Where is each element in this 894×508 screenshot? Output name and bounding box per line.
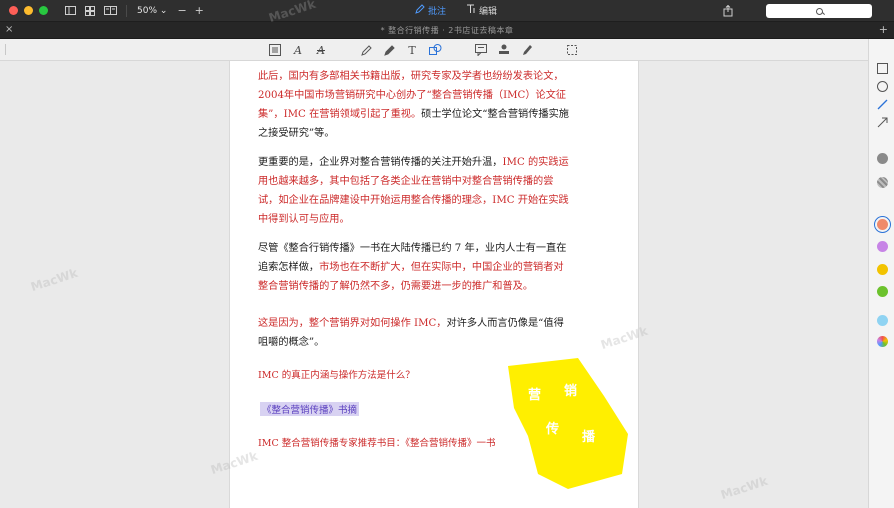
red-note-line-2: IMC 整合营销传播专家推荐书目：《整合营销传播》一书 [258,438,496,449]
sticker-char-4: 播 [582,430,596,445]
zoom-window-button[interactable] [39,6,48,15]
two-page-icon[interactable] [102,3,118,19]
zoom-level: 50% [137,5,158,16]
grid-icon[interactable] [82,3,98,19]
pattern-circle-icon[interactable] [874,175,890,189]
pdf-page[interactable]: 此后，国内有多部相关书籍出版，研究专家及学者也纷纷发表论文，2004年中国市场营… [229,61,639,508]
color-swatch-yellow[interactable] [874,262,890,276]
toolbar-divider [126,4,127,17]
title-toolbar: 50% ⌄ − + 批注 编辑 [0,0,894,22]
crop-icon[interactable] [564,42,580,58]
search-input[interactable] [766,4,872,18]
search-icon [815,7,823,15]
paragraph-4: 这是因为，整个营销界对如何操作 IMC，对许多人而言仍像是“值得咀嚼的概念”。 [258,314,572,352]
rectangle-icon[interactable] [874,61,890,75]
paragraph-3: 尽管《整合行销传播》一书在大陆传播已约 7 年，业内人士有一直在追索怎样做，市场… [258,239,572,296]
shape-icon[interactable] [427,42,443,58]
watermark: MacWk [719,473,770,503]
window-controls [9,6,48,15]
pen-mode-icon [415,4,425,17]
text-style-icon[interactable]: A [290,42,306,58]
sticker-char-2: 销 [564,384,578,399]
markup-toolbar: A A T [0,39,894,61]
stamp-icon[interactable] [496,42,512,58]
shape-style-panel [868,39,894,508]
text-icon[interactable]: T [404,42,420,58]
chevron-down-icon: ⌄ [159,5,168,16]
zoom-out-button[interactable]: − [177,4,186,17]
highlighted-link[interactable]: 《整合营销传播》书摘 [260,402,360,416]
note-icon[interactable] [473,42,489,58]
line-icon[interactable] [874,97,890,111]
highlight-sticker[interactable]: 营 销 传 播 [500,356,630,491]
toolbar-grip [5,44,6,55]
color-swatch-green[interactable] [874,284,890,298]
paragraph-2: 更重要的是，企业界对整合营销传播的关注开始升温，IMC 的实践运用也越来越多，其… [258,153,572,229]
document-viewer[interactable]: 此后，国内有多部相关书籍出版，研究专家及学者也纷纷发表论文，2004年中国市场营… [0,61,868,508]
paragraph-1: 此后，国内有多部相关书籍出版，研究专家及学者也纷纷发表论文，2004年中国市场营… [258,67,572,143]
document-tab-bar: × * 整合行销传播 · 2书店证去稿本章 + [0,22,894,39]
circle-icon[interactable] [874,79,890,93]
close-window-button[interactable] [9,6,18,15]
sticker-char-3: 传 [546,422,560,437]
color-wheel-icon[interactable] [874,334,890,348]
watermark: MacWk [29,265,80,295]
annotate-label: 批注 [428,7,447,17]
zoom-in-button[interactable]: + [195,4,204,17]
sidebar-icon[interactable] [62,3,78,19]
text-edit-icon [466,4,476,17]
paragraph-2-text: 更重要的是，企业界对整合营销传播的关注开始升温， [258,157,503,168]
pen-icon[interactable] [381,42,397,58]
edit-mode-button[interactable]: 编辑 [466,4,497,17]
text-box-icon[interactable] [267,42,283,58]
edit-label: 编辑 [479,7,498,17]
minimize-window-button[interactable] [24,6,33,15]
color-swatch-salmon[interactable] [874,217,890,231]
add-tab-button[interactable]: + [879,23,888,36]
sticker-text: 营 销 传 播 [500,356,630,491]
zoom-select[interactable]: 50% ⌄ [137,6,167,16]
signature-icon[interactable] [519,42,535,58]
sticker-char-1: 营 [528,388,542,403]
paragraph-4-red-text: 这是因为，整个营销界对如何操作 IMC， [258,318,447,329]
arrow-icon[interactable] [874,115,890,129]
document-title: * 整合行销传播 · 2书店证去稿本章 [380,26,514,35]
fill-circle-icon[interactable] [874,151,890,165]
color-swatch-purple[interactable] [874,239,890,253]
red-note-line-1: IMC 的真正内涵与操作方法是什么？ [258,370,415,381]
annotate-mode-button[interactable]: 批注 [415,4,446,17]
pencil-icon[interactable] [358,42,374,58]
text-strike-icon[interactable]: A [313,42,329,58]
color-swatch-light-blue[interactable] [874,313,890,327]
preview-app-window: 50% ⌄ − + 批注 编辑 × * 整合行销传播 · 2书店证去稿本章 + [0,0,894,508]
share-icon[interactable] [720,3,736,19]
